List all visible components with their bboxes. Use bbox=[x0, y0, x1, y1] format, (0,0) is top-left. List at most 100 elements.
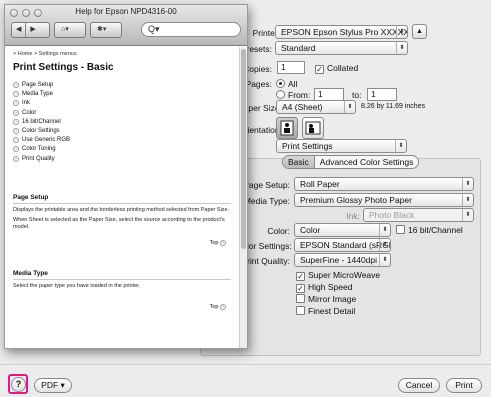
chevron-updown-icon: ⬍ bbox=[379, 239, 390, 251]
page-setup-popup[interactable]: Roll Paper ⬍ bbox=[294, 177, 474, 191]
help-search-field[interactable]: Q▾ bbox=[141, 22, 241, 37]
top-link[interactable]: Top ^ bbox=[13, 303, 229, 312]
circle-up-icon: ^ bbox=[220, 239, 226, 246]
cancel-button[interactable]: Cancel bbox=[398, 378, 440, 393]
printer-popup[interactable]: EPSON Epson Stylus Pro XXXXX ⬍ bbox=[275, 25, 408, 39]
chevron-updown-icon: ⬍ bbox=[379, 254, 390, 266]
finest-detail-checkbox[interactable]: Finest Detail bbox=[296, 306, 355, 316]
ink-popup: Photo Black ⬍ bbox=[363, 208, 474, 222]
mirror-image-checkbox[interactable]: Mirror Image bbox=[296, 294, 356, 304]
super-microweave-label: Super MicroWeave bbox=[308, 270, 381, 280]
print-quality-value: SuperFine - 1440dpi bbox=[300, 255, 378, 265]
pages-all-label: All bbox=[288, 79, 298, 89]
help-scrollbar[interactable] bbox=[239, 47, 247, 348]
breadcrumb[interactable]: > Home > Settings menus bbox=[13, 51, 239, 57]
help-heading: Print Settings - Basic bbox=[13, 62, 114, 73]
zoom-window-button[interactable] bbox=[34, 9, 42, 17]
action-button[interactable]: ✱▾ bbox=[90, 22, 122, 38]
top-label: Top bbox=[209, 239, 219, 246]
bottom-divider bbox=[0, 364, 491, 365]
pages-from-radio[interactable]: From: bbox=[276, 90, 310, 100]
close-window-button[interactable] bbox=[10, 9, 18, 17]
print-quality-popup[interactable]: SuperFine - 1440dpi ⬍ bbox=[294, 253, 391, 267]
help-highlight bbox=[8, 374, 28, 394]
minimize-window-button[interactable] bbox=[22, 9, 30, 17]
color-label: Color: bbox=[267, 226, 290, 236]
toc-label: Color bbox=[22, 109, 37, 116]
chevron-updown-icon: ⬍ bbox=[396, 42, 407, 54]
circle-arrow-icon: › bbox=[13, 137, 19, 144]
pages-all-radio[interactable]: All bbox=[276, 79, 297, 89]
pages-to-field[interactable]: 1 bbox=[367, 88, 397, 101]
toc-item[interactable]: › Page Setup bbox=[13, 81, 239, 90]
chevron-updown-icon: ⬍ bbox=[379, 224, 390, 236]
presets-value: Standard bbox=[281, 43, 316, 53]
circle-arrow-icon: › bbox=[13, 146, 19, 153]
help-content: > Home > Settings menus Print Settings -… bbox=[5, 47, 239, 348]
toc-label: Print Quality bbox=[22, 155, 55, 162]
tab-basic[interactable]: Basic bbox=[283, 156, 315, 168]
section-value: Print Settings bbox=[282, 141, 333, 151]
toc-item[interactable]: › 16 bit/Channel bbox=[13, 118, 239, 127]
presets-popup[interactable]: Standard ⬍ bbox=[275, 41, 408, 55]
back-icon[interactable]: ◀ bbox=[12, 23, 25, 37]
collated-checkbox[interactable]: ✓ Collated bbox=[315, 63, 358, 74]
scroll-thumb[interactable] bbox=[241, 49, 246, 249]
pages-to-label: to: bbox=[352, 90, 362, 100]
toc-item[interactable]: › Use Generic RGB bbox=[13, 136, 239, 145]
toc-item[interactable]: › Color bbox=[13, 109, 239, 118]
color-settings-value: EPSON Standard (sRGB) bbox=[300, 240, 391, 250]
toc-item[interactable]: › Media Type bbox=[13, 90, 239, 99]
toc-label: 16 bit/Channel bbox=[22, 118, 61, 125]
checkmark-icon: ✓ bbox=[296, 272, 305, 281]
high-speed-checkbox[interactable]: ✓ High Speed bbox=[296, 282, 352, 293]
printer-value: EPSON Epson Stylus Pro XXXXX bbox=[281, 27, 408, 37]
triangle-up-icon: ▲ bbox=[416, 28, 423, 35]
checkbox-icon bbox=[296, 306, 305, 315]
forward-icon[interactable]: ▶ bbox=[25, 23, 39, 37]
radio-selected-icon bbox=[276, 79, 285, 88]
media-type-value: Premium Glossy Photo Paper bbox=[300, 195, 412, 205]
toc-item[interactable]: › Print Quality bbox=[13, 155, 239, 164]
toc-label: Ink bbox=[22, 100, 31, 107]
pages-from-label: From: bbox=[288, 90, 311, 100]
tab-bar: Basic Advanced Color Settings bbox=[282, 155, 420, 169]
color-value: Color bbox=[300, 225, 321, 235]
pdf-button[interactable]: PDF ▾ bbox=[34, 378, 72, 393]
toc-item[interactable]: › Color Settings bbox=[13, 127, 239, 136]
checkmark-icon: ✓ bbox=[315, 65, 324, 74]
color-popup[interactable]: Color ⬍ bbox=[294, 223, 391, 237]
collated-label: Collated bbox=[327, 63, 359, 73]
section-paragraph: When Sheet is selected as the Paper Size… bbox=[13, 216, 225, 230]
bit16-checkbox[interactable]: 16 bit/Channel bbox=[396, 225, 463, 235]
paper-size-popup[interactable]: A4 (Sheet) ⬍ bbox=[276, 100, 356, 114]
section-paragraph: Displays the printable area and the bord… bbox=[13, 206, 230, 213]
circle-arrow-icon: › bbox=[13, 155, 19, 162]
top-link[interactable]: Top ^ bbox=[13, 239, 229, 248]
bit16-label: 16 bit/Channel bbox=[408, 225, 463, 235]
checkmark-icon: ✓ bbox=[296, 284, 305, 293]
section-popup[interactable]: Print Settings ⬍ bbox=[276, 139, 407, 153]
circle-arrow-icon: › bbox=[13, 82, 19, 88]
home-button[interactable]: ⌂▾ bbox=[54, 22, 86, 38]
disclosure-triangle-button[interactable]: ▲ bbox=[412, 24, 427, 39]
high-speed-label: High Speed bbox=[308, 282, 353, 292]
super-microweave-checkbox[interactable]: ✓ Super MicroWeave bbox=[296, 270, 380, 281]
tab-advanced-color-settings[interactable]: Advanced Color Settings bbox=[315, 156, 419, 168]
checkbox-icon bbox=[296, 294, 305, 303]
finest-detail-label: Finest Detail bbox=[308, 306, 356, 316]
toc-item[interactable]: › Color Toning bbox=[13, 145, 239, 154]
page-setup-value: Roll Paper bbox=[300, 179, 340, 189]
landscape-button[interactable] bbox=[302, 117, 324, 139]
media-type-popup[interactable]: Premium Glossy Photo Paper ⬍ bbox=[294, 193, 474, 207]
portrait-button[interactable] bbox=[276, 117, 298, 139]
print-button[interactable]: Print bbox=[446, 378, 482, 393]
color-settings-popup[interactable]: EPSON Standard (sRGB) ⬍ bbox=[294, 238, 391, 252]
copies-field[interactable]: 1 bbox=[277, 61, 305, 74]
chevron-updown-icon: ⬍ bbox=[395, 140, 406, 152]
toc-label: Use Generic RGB bbox=[22, 137, 71, 144]
checkbox-icon bbox=[396, 225, 405, 234]
toc-item[interactable]: › Ink bbox=[13, 99, 239, 108]
ink-label: Ink: bbox=[346, 211, 360, 221]
chevron-updown-icon: ⬍ bbox=[344, 101, 355, 113]
